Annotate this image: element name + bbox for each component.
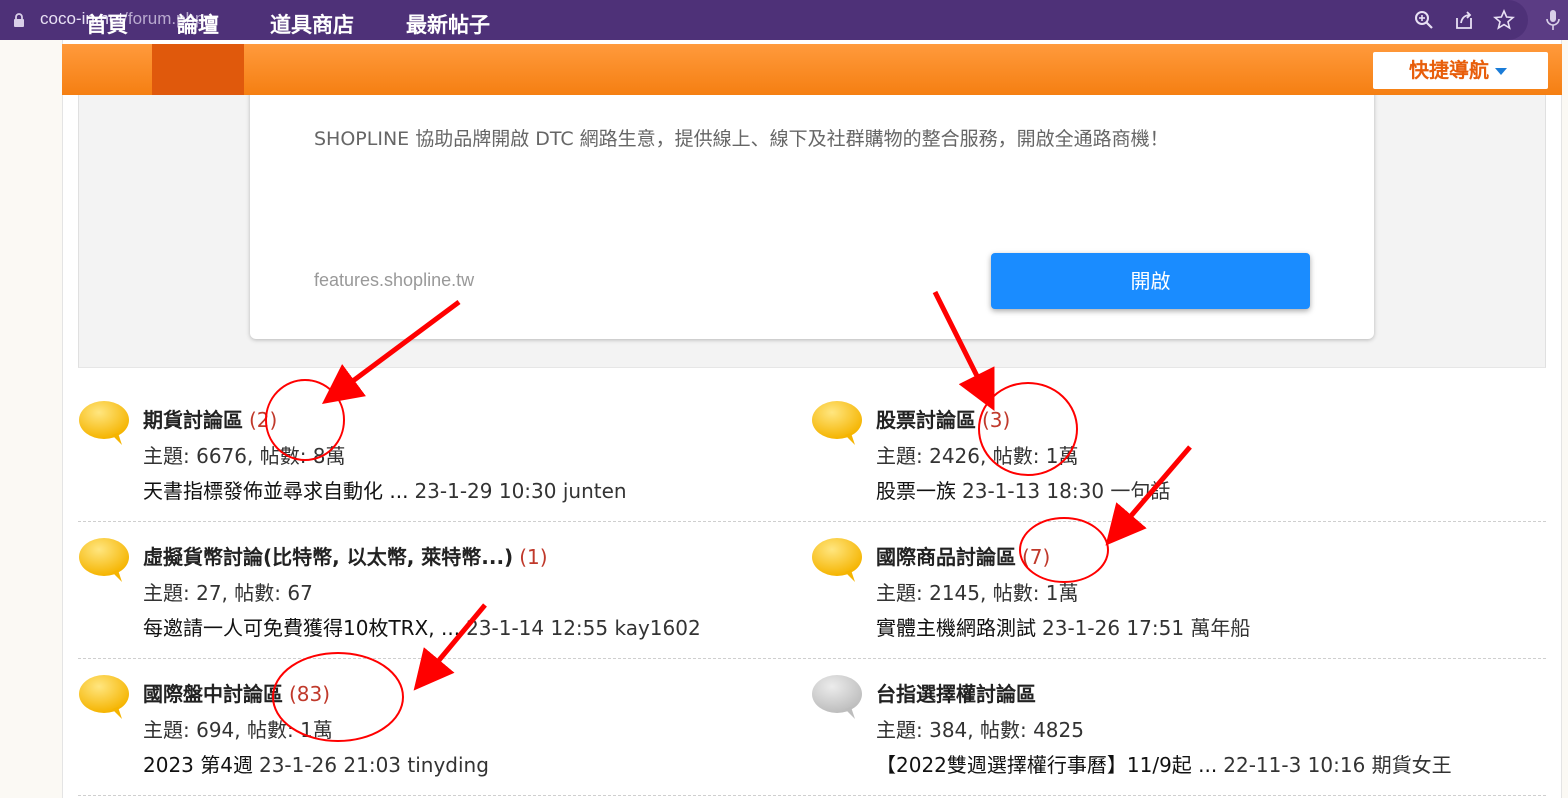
forum-name[interactable]: 國際商品討論區 <box>876 545 1016 569</box>
forum-new-count: (7) <box>1022 545 1051 569</box>
forum-stats: 主題: 2145, 帖數: 1萬 <box>876 581 1079 605</box>
star-icon[interactable] <box>1493 9 1515 31</box>
ad-domain[interactable]: features.shopline.tw <box>314 270 474 291</box>
bubble-icon <box>79 538 129 582</box>
nav-active-indicator <box>152 44 244 95</box>
forum-last-meta: 23-1-13 18:30 一句話 <box>962 479 1171 503</box>
forum-last-post[interactable]: 【2022雙週選擇權行事曆】11/9起 ... <box>876 753 1217 777</box>
forum-item: 國際盤中討論區 (83) 主題: 694, 帖數: 1萬 2023 第4週 23-1… <box>78 644 798 781</box>
ad-open-button[interactable]: 開啟 <box>991 253 1310 309</box>
mic-icon[interactable] <box>1546 8 1560 32</box>
forum-name[interactable]: 股票討論區 <box>876 408 976 432</box>
forum-name[interactable]: 虛擬貨幣討論(比特幣, 以太幣, 萊特幣...) <box>143 545 513 569</box>
forum-item: 虛擬貨幣討論(比特幣, 以太幣, 萊特幣...) (1) 主題: 27, 帖數: … <box>78 507 798 644</box>
share-icon[interactable] <box>1453 9 1475 31</box>
forum-new-count: (3) <box>982 408 1011 432</box>
forum-last-post[interactable]: 實體主機網路測試 <box>876 616 1036 640</box>
bubble-icon <box>79 675 129 719</box>
quick-nav-dropdown[interactable]: 快捷導航 <box>1373 52 1548 89</box>
main-nav <box>62 44 1562 95</box>
forum-last-meta: 23-1-26 21:03 tinyding <box>258 753 489 777</box>
chevron-down-icon <box>1495 68 1507 75</box>
forum-last-post[interactable]: 每邀請一人可免費獲得10枚TRX, ... <box>143 616 460 640</box>
bubble-icon <box>79 401 129 445</box>
forum-stats: 主題: 384, 帖數: 4825 <box>876 718 1084 742</box>
quick-nav-label: 快捷導航 <box>1409 58 1489 82</box>
forum-last-meta: 23-1-14 12:55 kay1602 <box>466 616 701 640</box>
forum-item: 期貨討論區 (2) 主題: 6676, 帖數: 8萬 天書指標發佈並尋求自動化 .… <box>78 370 798 507</box>
forum-last-meta: 22-11-3 10:16 期貨女王 <box>1223 753 1452 777</box>
forum-stats: 主題: 694, 帖數: 1萬 <box>143 718 333 742</box>
forum-last-post[interactable]: 天書指標發佈並尋求自動化 ... <box>143 479 408 503</box>
forum-stats: 主題: 6676, 帖數: 8萬 <box>143 444 346 468</box>
forum-new-count: (1) <box>519 545 548 569</box>
forum-item: 台指選擇權討論區 主題: 384, 帖數: 4825 【2022雙週選擇權行事曆… <box>811 644 1531 781</box>
nav-item-forum[interactable]: 論壇 <box>152 0 244 51</box>
forum-name[interactable]: 國際盤中討論區 <box>143 682 283 706</box>
forum-name[interactable]: 期貨討論區 <box>143 408 243 432</box>
ad-description: SHOPLINE 協助品牌開啟 DTC 網路生意，提供線上、線下及社群購物的整合… <box>314 128 1169 150</box>
nav-item-home[interactable]: 首頁 <box>62 0 152 51</box>
forum-stats: 主題: 27, 帖數: 67 <box>143 581 313 605</box>
zoom-icon[interactable] <box>1413 9 1435 31</box>
forum-stats: 主題: 2426, 帖數: 1萬 <box>876 444 1079 468</box>
forum-item: 國際商品討論區 (7) 主題: 2145, 帖數: 1萬 實體主機網路測試 23-1… <box>811 507 1531 644</box>
bubble-icon <box>812 538 862 582</box>
forum-new-count: (83) <box>289 682 331 706</box>
nav-item-shop[interactable]: 道具商店 <box>250 0 374 51</box>
forum-name[interactable]: 台指選擇權討論區 <box>876 682 1036 706</box>
forum-last-post[interactable]: 2023 第4週 <box>143 753 253 777</box>
forum-item: 股票討論區 (3) 主題: 2426, 帖數: 1萬 股票一族 23-1-13 18… <box>811 370 1531 507</box>
forum-last-post[interactable]: 股票一族 <box>876 479 956 503</box>
bubble-icon <box>812 401 862 445</box>
row-divider <box>78 795 1546 796</box>
forum-last-meta: 23-1-29 10:30 junten <box>414 479 627 503</box>
bubble-icon <box>812 675 862 719</box>
forum-new-count: (2) <box>249 408 278 432</box>
lock-icon <box>14 13 24 27</box>
nav-item-latest-posts[interactable]: 最新帖子 <box>386 0 510 51</box>
forum-last-meta: 23-1-26 17:51 萬年船 <box>1042 616 1251 640</box>
